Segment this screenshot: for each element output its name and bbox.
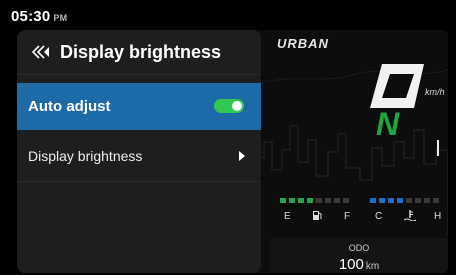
odometer-number: 100 — [338, 256, 364, 273]
status-time: 05:30 PM — [11, 8, 67, 25]
speed-unit: km/h — [425, 87, 445, 97]
coolant-temp-icon — [404, 210, 416, 221]
header-divider — [17, 74, 261, 75]
instrument-cluster: URBAN km/h N E F C H ODO 100 km — [242, 30, 448, 273]
menu-item-label: Display brightness — [28, 148, 143, 164]
odometer-value: 100 km — [270, 256, 448, 273]
temp-cold-label: C — [375, 211, 383, 222]
settings-panel: Display brightness Auto adjust Display b… — [17, 30, 261, 273]
odometer: ODO 100 km — [270, 238, 448, 273]
menu-item-auto-adjust[interactable]: Auto adjust — [17, 83, 261, 130]
gear-indicator: N — [376, 106, 400, 142]
fuel-pump-icon — [313, 211, 322, 220]
clock-time: 05:30 — [11, 8, 51, 25]
auto-adjust-toggle[interactable] — [214, 99, 244, 113]
menu-item-label: Auto adjust — [28, 98, 111, 115]
fuel-temp-gauges — [280, 198, 439, 203]
double-chevron-left-icon[interactable] — [30, 44, 50, 60]
panel-header: Display brightness — [17, 30, 261, 74]
odometer-label: ODO — [348, 243, 370, 253]
fuel-empty-label: E — [284, 211, 291, 222]
toggle-knob — [232, 101, 242, 111]
row-divider — [17, 181, 261, 182]
odometer-unit: km — [365, 261, 380, 272]
panel-title: Display brightness — [60, 42, 222, 62]
fuel-full-label: F — [344, 211, 351, 222]
temp-hot-label: H — [434, 211, 442, 222]
clock-ampm: PM — [53, 13, 68, 23]
chevron-right-icon — [239, 151, 245, 161]
speed-digit-graphic — [370, 64, 424, 108]
menu-item-display-brightness[interactable]: Display brightness — [17, 130, 261, 181]
ride-mode-label: URBAN — [277, 36, 329, 51]
